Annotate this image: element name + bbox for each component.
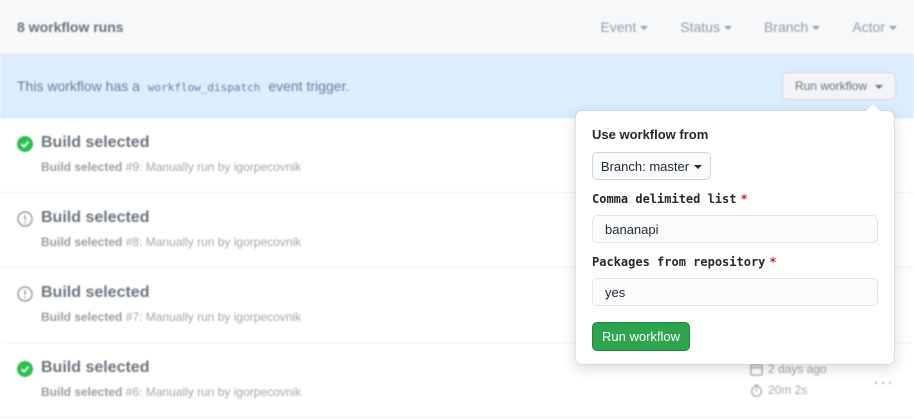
run-workflow-toggle-button[interactable]: Run workflow [781,72,896,100]
caret-down-icon [812,26,821,30]
run-subtitle: Build selected #8: Manually run by igorp… [41,235,302,249]
workflow-runs-page: 8 workflow runs Event Status Branch Acto… [0,0,914,419]
dispatch-banner: This workflow has a workflow_dispatch ev… [0,55,914,118]
caret-down-icon [640,26,649,30]
packages-repo-label: Packages from repository * [592,255,777,269]
check-circle-icon [17,136,33,152]
run-title[interactable]: Build selected [41,209,149,227]
run-title[interactable]: Build selected [41,359,149,377]
run-subtitle: Build selected #9: Manually run by igorp… [41,160,302,174]
branch-select-button[interactable]: Branch: master [592,152,711,180]
filter-actor[interactable]: Actor [852,19,897,35]
check-circle-icon [17,361,33,377]
comma-list-input[interactable]: bananapi [592,215,878,243]
banner-message: This workflow has a workflow_dispatch ev… [17,78,350,94]
caret-down-icon [889,26,897,30]
stopwatch-icon [750,384,763,397]
run-title[interactable]: Build selected [41,134,149,152]
skipped-circle-icon [17,211,33,227]
filter-event[interactable]: Event [600,19,649,35]
runs-header: 8 workflow runs Event Status Branch Acto… [0,0,914,55]
run-duration: 20m 2s [750,383,807,397]
run-time: 2 days ago [750,362,827,376]
use-workflow-from-label: Use workflow from [592,127,709,142]
run-subtitle: Build selected #6: Manually run by igorp… [41,385,302,399]
event-code: workflow_dispatch [147,81,261,94]
caret-down-icon [723,26,732,30]
run-title[interactable]: Build selected [41,284,149,302]
skipped-circle-icon [17,286,33,302]
filter-branch[interactable]: Branch [764,19,821,35]
required-marker: * [740,192,748,206]
runs-count-title: 8 workflow runs [17,19,124,35]
run-subtitle: Build selected #7: Manually run by igorp… [41,310,302,324]
more-options-icon[interactable]: ··· [873,372,894,393]
packages-repo-input[interactable]: yes [592,278,878,306]
filter-bar: Event Status Branch Actor [600,19,897,35]
filter-status[interactable]: Status [680,19,732,35]
comma-list-label: Comma delimited list * [592,192,748,206]
required-marker: * [769,255,777,269]
calendar-icon [750,363,763,376]
caret-down-icon [875,85,883,89]
run-workflow-dropdown: Use workflow from Branch: master Comma d… [576,104,894,364]
run-workflow-submit-button[interactable]: Run workflow [592,322,690,351]
caret-down-icon [694,165,703,169]
